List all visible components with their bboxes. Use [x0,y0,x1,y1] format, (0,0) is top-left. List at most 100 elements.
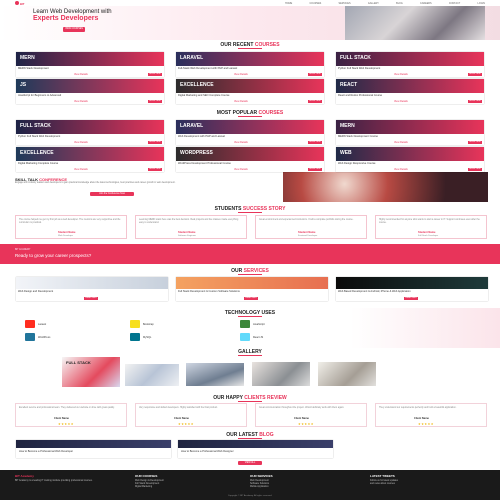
nav-item-contact[interactable]: CONTACT [449,2,460,5]
course-title[interactable]: Python Full Stack Web Development [18,135,162,138]
tech-logo-icon [130,333,140,341]
enroll-button[interactable]: Enroll Now [148,168,162,171]
nav-menu: HOME COURSES SERVICES GALLERY BLOG CAREE… [285,2,485,5]
blog-post-title[interactable]: How to Become a Professional Web Designe… [181,450,234,453]
hero-cta-button[interactable]: VIEW COURSES [63,27,85,32]
nav-item-login[interactable]: LOGIN [478,2,485,5]
course-title[interactable]: Web Design Responsive Course [338,162,482,165]
enroll-button[interactable]: Enroll Now [308,73,322,76]
rating-stars: ★★★★★ [418,422,434,426]
service-read-more-button[interactable]: Read More [404,297,418,300]
view-details-link[interactable]: View Details [394,141,408,144]
hero: Learn Web Development with Experts Devel… [0,6,500,40]
course-card[interactable]: REACT React and Redux Professional Course… [336,79,484,104]
enroll-button[interactable]: Enroll Now [468,73,482,76]
course-thumbnail: FULL STACK [16,120,164,134]
course-card[interactable]: LARAVEL Full-Stack Web Development with P… [176,52,324,77]
service-title[interactable]: Full Stack Development & Custom Software… [178,290,326,293]
course-card[interactable]: MERN MERN Stack Development Course View De… [336,120,484,145]
service-read-more-button[interactable]: Read More [244,297,258,300]
blog-view-all-button[interactable]: VIEW ALL [238,461,262,465]
course-title[interactable]: Python Full Stack Web Development [338,67,482,70]
enroll-button[interactable]: Enroll Now [148,100,162,103]
nav-item-home[interactable]: HOME [285,2,292,5]
nav-item-services[interactable]: SERVICES [339,2,351,5]
tech-logo-icon [130,320,140,328]
nav-item-courses[interactable]: COURSES [309,2,321,5]
view-details-link[interactable]: View Details [74,168,88,171]
blog-post-title[interactable]: How to Become a Professional Web Develop… [19,450,73,453]
course-card[interactable]: MERN MERN Stack Development View Details En… [16,52,164,77]
gallery-image-4[interactable] [252,362,310,386]
enroll-button[interactable]: Enroll Now [468,168,482,171]
conference-cta-button[interactable]: Join the Conference Now [90,192,134,196]
blog-card[interactable]: How to Become a Professional Web Designe… [178,440,333,458]
footer-link[interactable]: Digital Marketing [135,486,235,489]
course-card[interactable]: EXCELLENCE Digital Marketing and SEO Comp… [176,79,324,104]
service-title[interactable]: Web Based Development & Android, iPhone … [338,290,486,293]
section-underline [238,355,262,356]
footer-link: and news about courses [370,483,395,485]
review-text: They understood our requirements perfect… [379,407,457,409]
service-card[interactable]: Web Based Development & Android, iPhone … [336,277,488,301]
view-details-link[interactable]: View Details [394,168,408,171]
course-title[interactable]: MERN Stack Development Course [338,135,482,138]
enroll-button[interactable]: Enroll Now [468,100,482,103]
course-card[interactable]: JS JavaScript for Beginners to Advanced Vi… [16,79,164,104]
nav-item-careers[interactable]: CAREERS [420,2,432,5]
nav-item-gallery[interactable]: GALLERY [368,2,379,5]
gallery-image-1[interactable]: FULL STACK [62,357,120,387]
service-read-more-button[interactable]: Read More [84,297,98,300]
course-card[interactable]: FULL STACK Python Full Stack Web Developm… [336,52,484,77]
enroll-button[interactable]: Enroll Now [308,168,322,171]
client-name: Client Name [294,417,309,420]
enroll-button[interactable]: Enroll Now [468,141,482,144]
course-card[interactable]: FULL STACK Python Full Stack Web Developm… [16,120,164,145]
course-title[interactable]: MERN Stack Development [18,67,162,70]
view-details-link[interactable]: View Details [394,100,408,103]
footer-link[interactable]: Mobile Application [250,486,350,489]
course-thumbnail: EXCELLENCE [176,79,324,93]
view-details-link[interactable]: View Details [74,73,88,76]
course-title[interactable]: WordPress Development Professional Cours… [178,162,322,165]
brand-logo[interactable]: BIT Academy [15,1,37,10]
course-card[interactable]: EXCELLENCE Digital Marketing Complete Cou… [16,147,164,172]
course-thumbnail: WEB [336,147,484,161]
service-card[interactable]: Web Design and Development Read More [16,277,168,301]
course-card[interactable]: LARAVEL Web Development with PHP and Lara… [176,120,324,145]
view-details-link[interactable]: View Details [74,100,88,103]
course-title[interactable]: Full-Stack Web Development with PHP and … [178,67,322,70]
course-title[interactable]: Digital Marketing and SEO Complete Cours… [178,94,322,97]
footer-brand: BIT Academy [15,474,34,478]
course-thumbnail: MERN [16,52,164,66]
view-details-link[interactable]: View Details [234,168,248,171]
view-details-link[interactable]: View Details [234,73,248,76]
view-details-link[interactable]: View Details [234,141,248,144]
course-title[interactable]: JavaScript for Beginners to Advanced [18,94,162,97]
view-details-link[interactable]: View Details [234,100,248,103]
enroll-button[interactable]: Enroll Now [148,141,162,144]
gallery-image-3[interactable] [186,363,244,386]
course-title[interactable]: Digital Marketing Complete Course [18,162,162,165]
service-card[interactable]: Full Stack Development & Custom Software… [176,277,328,301]
course-title[interactable]: Web Development with PHP and Laravel [178,135,322,138]
course-card[interactable]: WORDPRESS WordPress Development Professio… [176,147,324,172]
service-title[interactable]: Web Design and Development [18,290,166,293]
tech-label: MySQL [143,335,152,339]
tech-logo-icon [25,333,35,341]
tech-label: WordPress [38,335,51,339]
enroll-button[interactable]: Enroll Now [148,73,162,76]
enroll-button[interactable]: Enroll Now [308,141,322,144]
conference-image [283,172,488,202]
course-thumb-text: WEB [340,150,352,156]
view-details-link[interactable]: View Details [74,141,88,144]
gallery-image-2[interactable] [125,364,179,386]
course-card[interactable]: WEB Web Design Responsive Course View Deta… [336,147,484,172]
nav-item-blog[interactable]: BLOG [396,2,403,5]
course-thumb-text: LARAVEL [180,55,204,61]
view-details-link[interactable]: View Details [394,73,408,76]
course-title[interactable]: React and Redux Professional Course [338,94,482,97]
gallery-image-5[interactable] [318,362,376,386]
blog-card[interactable]: How to Become a Professional Web Develop… [16,440,171,458]
enroll-button[interactable]: Enroll Now [308,100,322,103]
